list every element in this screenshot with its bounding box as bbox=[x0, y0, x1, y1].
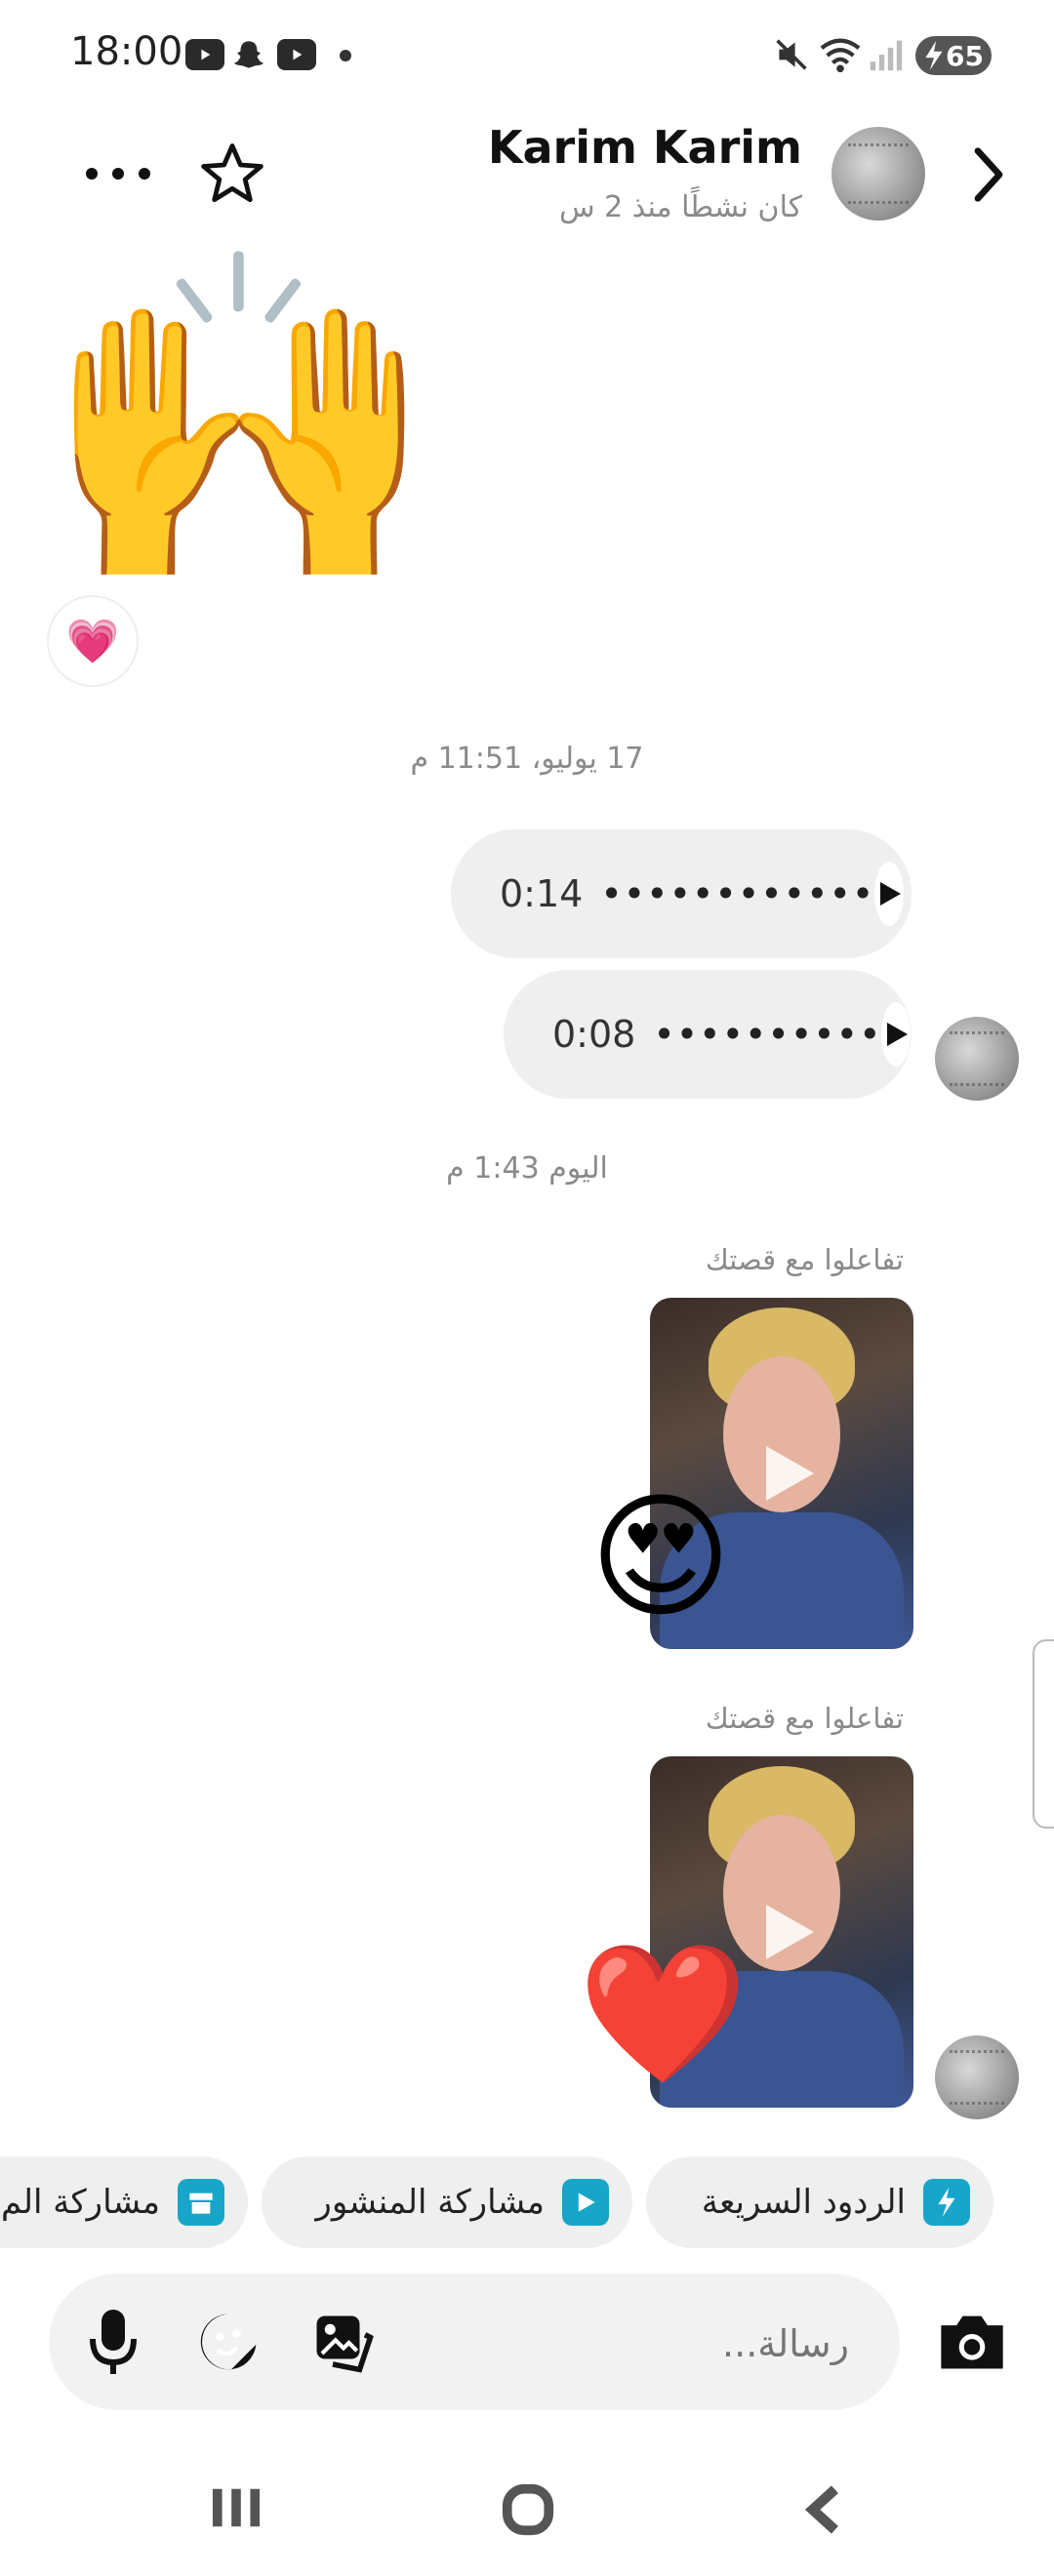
timestamp: 17 يوليو، 11:51 م bbox=[410, 742, 644, 776]
wifi-icon bbox=[818, 33, 863, 74]
quick-replies-chip[interactable]: الردود السريعة bbox=[646, 2156, 993, 2248]
dot-icon bbox=[340, 50, 351, 61]
snapchat-icon bbox=[232, 37, 265, 72]
raised-hands-emoji: 🙌 bbox=[39, 232, 440, 607]
story-reaction-emoji: ❤️ bbox=[578, 1935, 749, 2094]
contact-name[interactable]: Karim Karim bbox=[488, 121, 802, 174]
play-icon[interactable] bbox=[874, 862, 905, 926]
heart-reaction-icon: 💗 bbox=[65, 617, 120, 666]
share-shop-chip[interactable]: مشاركة الم bbox=[0, 2156, 248, 2248]
voice-duration: 0:08 bbox=[552, 1013, 636, 1056]
voice-waveform: •••••••••• bbox=[653, 1013, 882, 1056]
mute-icon bbox=[774, 37, 809, 72]
gallery-icon[interactable] bbox=[310, 2311, 377, 2375]
share-post-label: مشاركة المنشور bbox=[315, 2183, 545, 2222]
play-square-icon bbox=[562, 2179, 609, 2226]
youtube-icon bbox=[185, 39, 224, 70]
camera-icon[interactable] bbox=[935, 2307, 1009, 2375]
voice-waveform: •••••••••••• bbox=[600, 872, 875, 915]
contact-avatar[interactable] bbox=[831, 127, 925, 221]
message-reaction-heart[interactable]: 💗 bbox=[49, 597, 137, 685]
microphone-icon[interactable] bbox=[84, 2307, 142, 2377]
battery-icon: 65 bbox=[915, 36, 992, 75]
story-reply-label: تفاعلوا مع قصتك bbox=[705, 1702, 904, 1735]
voice-message[interactable]: 0:14 •••••••••••• bbox=[451, 829, 912, 958]
lightning-icon bbox=[923, 2179, 970, 2226]
star-icon[interactable] bbox=[197, 139, 267, 209]
message-input[interactable] bbox=[593, 2309, 851, 2379]
story-reply-label: تفاعلوا مع قصتك bbox=[705, 1243, 904, 1276]
status-time: 18:00 bbox=[70, 29, 183, 74]
scroll-handle[interactable] bbox=[1033, 1639, 1054, 1829]
more-icon[interactable] bbox=[86, 168, 150, 181]
timestamp: اليوم 1:43 م bbox=[446, 1151, 608, 1186]
last-active-status: كان نشطًا منذ 2 س bbox=[558, 190, 802, 224]
sender-avatar[interactable] bbox=[935, 1017, 1019, 1101]
battery-level: 65 bbox=[946, 39, 984, 72]
message-composer[interactable] bbox=[49, 2274, 900, 2410]
signal-icon bbox=[869, 37, 904, 72]
play-icon[interactable] bbox=[881, 1002, 912, 1067]
play-icon bbox=[766, 1905, 814, 1959]
share-shop-label: مشاركة الم bbox=[1, 2183, 160, 2222]
voice-duration: 0:14 bbox=[500, 872, 584, 915]
youtube-icon bbox=[277, 39, 316, 70]
home-nav-icon[interactable] bbox=[500, 2481, 556, 2538]
recents-nav-icon[interactable] bbox=[207, 2483, 265, 2532]
voice-message[interactable]: 0:08 •••••••••• bbox=[504, 970, 912, 1099]
share-post-chip[interactable]: مشاركة المنشور bbox=[262, 2156, 632, 2248]
sticker-icon[interactable] bbox=[195, 2309, 262, 2375]
quick-replies-label: الردود السريعة bbox=[701, 2183, 906, 2222]
story-reaction-emoji: 😍 bbox=[589, 1478, 732, 1637]
back-nav-icon[interactable] bbox=[800, 2483, 845, 2536]
sender-avatar[interactable] bbox=[935, 2035, 1019, 2119]
play-icon bbox=[766, 1446, 814, 1501]
back-chevron-icon[interactable] bbox=[966, 144, 1011, 205]
shop-icon bbox=[178, 2179, 224, 2226]
